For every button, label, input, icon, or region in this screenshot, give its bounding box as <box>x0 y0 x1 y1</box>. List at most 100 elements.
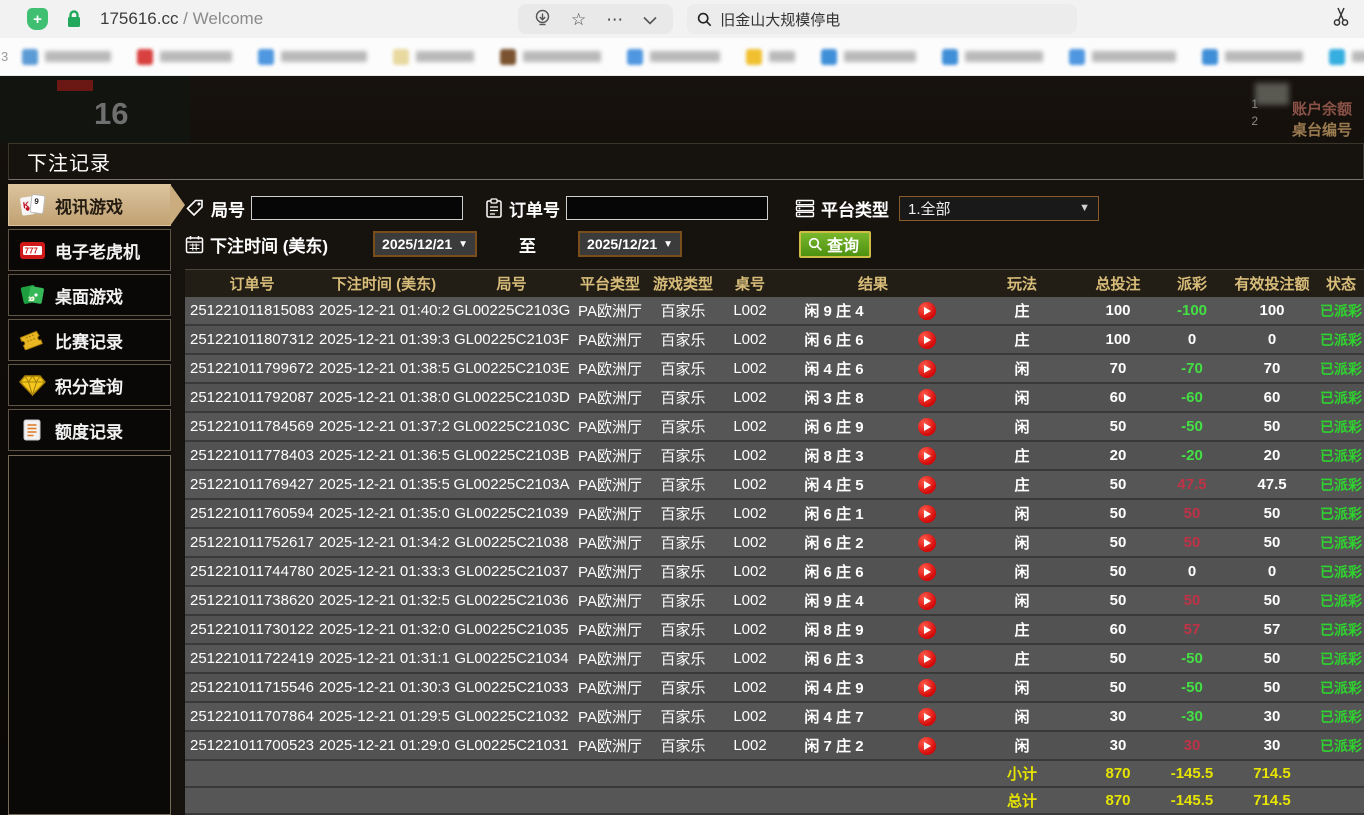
result-cell: 闲 8 庄 9 <box>780 616 966 643</box>
sidebar-item-1[interactable]: 777电子老虎机 <box>8 229 171 271</box>
bet-time-cell: 2025-12-21 01:34:20 <box>319 534 449 551</box>
bookmark-item[interactable] <box>942 49 1043 65</box>
play-replay-button[interactable] <box>918 447 936 465</box>
bookmark-item[interactable] <box>500 49 601 65</box>
sidebar-item-2[interactable]: 10桌面游戏 <box>8 274 171 316</box>
bookmark-favicon-icon <box>821 49 837 65</box>
table-no-cell: L002 <box>720 650 780 667</box>
bookmark-favicon-icon <box>627 49 643 65</box>
platform-cell: PA欧洲厅 <box>574 387 646 408</box>
bookmark-item[interactable] <box>627 49 720 65</box>
valid-bet-cell: 57 <box>1226 621 1318 638</box>
platform-cell: PA欧洲厅 <box>574 735 646 756</box>
play-replay-button[interactable] <box>918 534 936 552</box>
https-lock-icon[interactable] <box>66 10 82 28</box>
status-cell: 已派彩 <box>1318 446 1364 466</box>
game-type-cell: 百家乐 <box>646 445 720 466</box>
address-bar[interactable]: 175616.cc / Welcome <box>100 9 263 29</box>
sidebar-item-3[interactable]: 比赛记录 <box>8 319 171 361</box>
table-no-cell: L002 <box>720 737 780 754</box>
valid-bet-cell: 70 <box>1226 360 1318 377</box>
round-number-input[interactable] <box>251 196 463 220</box>
play-replay-button[interactable] <box>918 302 936 320</box>
sidebar-item-5[interactable]: 额度记录 <box>8 409 171 451</box>
play-replay-button[interactable] <box>918 360 936 378</box>
subtotal-bet: 870 <box>1078 765 1158 782</box>
bookmark-star-icon[interactable]: ☆ <box>571 11 586 28</box>
round-id-cell: GL00225C2103D <box>449 389 574 406</box>
bookmark-item[interactable] <box>393 49 474 65</box>
bookmark-edge-fragment: 3 <box>1 49 8 64</box>
platform-cell: PA欧洲厅 <box>574 503 646 524</box>
play-replay-button[interactable] <box>918 650 936 668</box>
result-cell: 闲 9 庄 4 <box>780 297 966 324</box>
order-number-input[interactable] <box>566 196 768 220</box>
order-id-cell: 251221011722419 <box>185 650 319 667</box>
bookmark-item[interactable] <box>1069 49 1176 65</box>
bookmark-item[interactable] <box>1329 49 1364 65</box>
bookmark-blurred-label <box>1092 51 1176 62</box>
result-text: 闲 3 庄 8 <box>780 387 888 408</box>
table-no-cell: L002 <box>720 447 780 464</box>
result-cell: 闲 4 庄 5 <box>780 471 966 498</box>
bookmark-item[interactable] <box>821 49 916 65</box>
install-icon[interactable] <box>534 9 551 29</box>
date-caret-icon: ▼ <box>458 239 468 250</box>
game-type-cell: 百家乐 <box>646 416 720 437</box>
play-replay-button[interactable] <box>918 737 936 755</box>
platform-cell: PA欧洲厅 <box>574 474 646 495</box>
bookmark-blurred-label <box>523 51 601 62</box>
valid-bet-cell: 100 <box>1226 302 1318 319</box>
play-replay-button[interactable] <box>918 418 936 436</box>
sidebar-item-0[interactable]: K9视讯游戏 <box>8 184 171 226</box>
play-replay-button[interactable] <box>918 389 936 407</box>
bookmark-item[interactable] <box>1202 49 1303 65</box>
table-no-cell: L002 <box>720 679 780 696</box>
play-replay-button[interactable] <box>918 621 936 639</box>
bookmark-item[interactable] <box>137 49 232 65</box>
scissors-icon[interactable] <box>1332 7 1350 32</box>
date-to-select[interactable]: 2025/12/21 ▼ <box>578 231 682 257</box>
adblock-shield-icon[interactable]: + <box>27 8 48 30</box>
total-bet-cell: 30 <box>1078 737 1158 754</box>
status-cell: 已派彩 <box>1318 533 1364 553</box>
table-no-cell: L002 <box>720 331 780 348</box>
bookmark-item[interactable] <box>22 49 111 65</box>
table-no-cell: L002 <box>720 476 780 493</box>
query-button[interactable]: 查询 <box>799 231 871 258</box>
more-menu-icon[interactable]: ⋯ <box>606 11 623 28</box>
round-id-cell: GL00225C21037 <box>449 563 574 580</box>
sidebar-item-4[interactable]: 积分查询 <box>8 364 171 406</box>
main-content: 局号 订单号 平台类型 1.全部 ▼ <box>171 180 1364 815</box>
valid-bet-cell: 50 <box>1226 418 1318 435</box>
play-replay-button[interactable] <box>918 331 936 349</box>
column-header: 局号 <box>449 273 574 294</box>
play-replay-button[interactable] <box>918 563 936 581</box>
casino-blur-tile <box>1255 83 1289 105</box>
bet-time-cell: 2025-12-21 01:32:52 <box>319 592 449 609</box>
play-replay-button[interactable] <box>918 505 936 523</box>
round-id-cell: GL00225C21033 <box>449 679 574 696</box>
table-no-cell: L002 <box>720 505 780 522</box>
play-replay-button[interactable] <box>918 476 936 494</box>
valid-bet-cell: 50 <box>1226 534 1318 551</box>
payout-cell: -50 <box>1158 650 1226 667</box>
play-type-cell: 庄 <box>966 474 1078 495</box>
table-row: 2512210117996722025-12-21 01:38:50GL0022… <box>185 355 1364 384</box>
search-field[interactable]: 旧金山大规模停电 <box>687 4 1077 34</box>
order-id-cell: 251221011760594 <box>185 505 319 522</box>
bookmark-item[interactable] <box>746 49 795 65</box>
date-from-select[interactable]: 2025/12/21 ▼ <box>373 231 477 257</box>
valid-bet-cell: 50 <box>1226 679 1318 696</box>
platform-type-select[interactable]: 1.全部 ▼ <box>899 196 1099 221</box>
play-replay-button[interactable] <box>918 679 936 697</box>
play-replay-button[interactable] <box>918 592 936 610</box>
table-no-cell: L002 <box>720 302 780 319</box>
play-type-cell: 闲 <box>966 706 1078 727</box>
play-replay-button[interactable] <box>918 708 936 726</box>
result-text: 闲 6 庄 6 <box>780 329 888 350</box>
collapse-chevron-icon[interactable] <box>643 11 657 28</box>
column-header: 平台类型 <box>574 273 646 294</box>
table-row: 2512210117301222025-12-21 01:32:03GL0022… <box>185 616 1364 645</box>
bookmark-item[interactable] <box>258 49 367 65</box>
